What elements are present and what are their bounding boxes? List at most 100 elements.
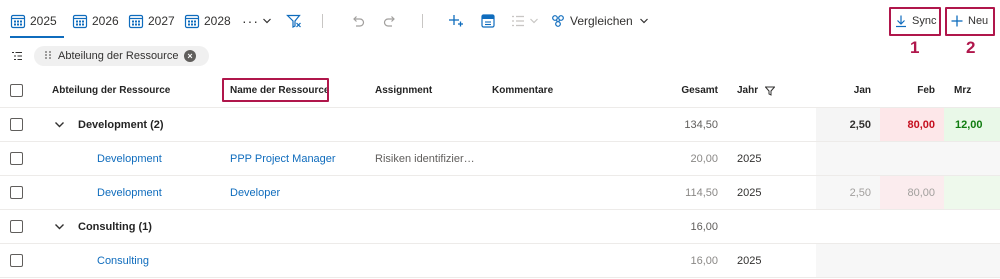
column-header-department[interactable]: Abteilung der Ressource (52, 74, 212, 107)
calendar-icon (10, 13, 26, 29)
total-cell: 16,00 (690, 254, 718, 267)
month-cell-jan[interactable] (816, 142, 880, 175)
group-total: 16,00 (690, 220, 718, 233)
month-cell-feb[interactable] (880, 210, 944, 243)
more-years-button[interactable]: ··· (242, 10, 272, 32)
tab-year-2027[interactable]: 2027 (128, 10, 175, 32)
month-cell-mar[interactable] (944, 210, 1000, 243)
resource-name-link[interactable] (230, 244, 370, 277)
month-cell-feb[interactable] (880, 142, 944, 175)
group-filter-chip[interactable]: Abteilung der Ressource × (34, 46, 209, 66)
more-label: ··· (242, 13, 259, 29)
clear-filter-button[interactable] (286, 10, 302, 32)
chip-label: Abteilung der Ressource (58, 50, 179, 62)
grouping-icon[interactable] (11, 50, 23, 65)
filter-row: Abteilung der Ressource × (0, 46, 1000, 68)
column-header-comments[interactable]: Kommentare (492, 74, 642, 107)
row-checkbox-cell[interactable] (10, 108, 30, 141)
filter-clear-icon (286, 13, 302, 29)
chevron-down-icon[interactable] (54, 210, 70, 243)
group-total: 134,50 (684, 118, 718, 131)
group-label: Development (2) (78, 118, 164, 131)
comments-cell[interactable] (492, 244, 637, 277)
tab-year-2028[interactable]: 2028 (184, 10, 231, 32)
chevron-down-icon (529, 16, 539, 26)
column-header-year[interactable]: Jahr (737, 74, 812, 107)
department-link[interactable]: Development (97, 176, 222, 209)
undo-button[interactable] (350, 10, 366, 32)
assignment-cell[interactable] (375, 176, 485, 209)
assignment-cell[interactable]: Risiken identifizier… (375, 142, 485, 175)
column-header-assignment[interactable]: Assignment (375, 74, 485, 107)
chevron-down-icon (262, 16, 272, 26)
month-cell-jan[interactable] (816, 244, 880, 277)
month-cell-mar[interactable] (944, 244, 1000, 277)
tab-year-label: 2025 (30, 14, 57, 28)
new-highlight-box (945, 7, 995, 36)
month-cell-mar[interactable]: 12,00 (944, 108, 1000, 141)
grid-header-row: Abteilung der Ressource Name der Ressour… (0, 74, 1000, 108)
sync-highlight-box (889, 7, 941, 36)
column-header-mar[interactable]: Mrz (954, 74, 1000, 107)
chevron-down-icon[interactable] (54, 108, 70, 141)
comments-cell[interactable] (492, 176, 637, 209)
month-cell-jan[interactable]: 2,50 (816, 176, 880, 209)
calendar-icon (128, 13, 144, 29)
group-by-button[interactable] (510, 10, 539, 32)
month-cell-feb[interactable] (880, 244, 944, 277)
assignment-cell[interactable] (375, 244, 485, 277)
month-cell-mar[interactable] (944, 176, 1000, 209)
group-row-development[interactable]: Development (2) 134,50 2,50 80,00 12,00 (0, 108, 1000, 142)
select-all-checkbox[interactable] (10, 84, 23, 97)
month-cell-mar[interactable] (944, 142, 1000, 175)
year-cell[interactable]: 2025 (737, 244, 812, 277)
group-label: Consulting (1) (78, 220, 152, 233)
column-header-total[interactable]: Gesamt (640, 74, 718, 107)
year-cell[interactable]: 2025 (737, 142, 812, 175)
redo-button[interactable] (382, 10, 398, 32)
calendar-icon (184, 13, 200, 29)
row-checkbox[interactable] (10, 220, 23, 233)
table-row[interactable]: Development Developer 114,50 2025 2,50 8… (0, 176, 1000, 210)
tab-year-label: 2027 (148, 14, 175, 28)
table-row[interactable]: Consulting 16,00 2025 (0, 244, 1000, 278)
filter-icon[interactable] (765, 86, 776, 96)
department-link[interactable]: Development (97, 142, 222, 175)
month-cell-jan[interactable]: 2,50 (816, 108, 880, 141)
toolbar: 2025 2026 2027 2028 ··· Vergleichen Sync… (0, 0, 1000, 57)
undo-icon (350, 13, 366, 29)
row-checkbox[interactable] (10, 186, 23, 199)
row-checkbox[interactable] (10, 254, 23, 267)
comments-cell[interactable] (492, 142, 637, 175)
row-checkbox-cell[interactable] (10, 244, 30, 277)
compare-icon (550, 13, 566, 29)
month-cell-jan[interactable] (816, 210, 880, 243)
column-header-year-label: Jahr (737, 85, 759, 96)
row-checkbox[interactable] (10, 152, 23, 165)
tab-year-2025[interactable]: 2025 (10, 10, 57, 32)
tab-year-2026[interactable]: 2026 (72, 10, 119, 32)
column-header-feb[interactable]: Feb (880, 74, 935, 107)
details-panel-button[interactable] (480, 10, 496, 32)
total-cell: 20,00 (690, 152, 718, 165)
table-row[interactable]: Development PPP Project Manager Risiken … (0, 142, 1000, 176)
resource-name-link[interactable]: Developer (230, 176, 370, 209)
row-checkbox-cell[interactable] (10, 176, 30, 209)
add-row-button[interactable] (448, 10, 464, 32)
group-row-consulting[interactable]: Consulting (1) 16,00 (0, 210, 1000, 244)
row-checkbox-cell[interactable] (10, 142, 30, 175)
chip-remove-icon[interactable]: × (184, 50, 196, 62)
row-checkbox-cell[interactable] (10, 210, 30, 243)
department-link[interactable]: Consulting (97, 244, 222, 277)
select-all-checkbox-cell[interactable] (10, 74, 30, 107)
resource-name-link[interactable]: PPP Project Manager (230, 142, 370, 175)
tab-year-label: 2028 (204, 14, 231, 28)
total-cell: 114,50 (685, 186, 718, 199)
compare-button[interactable]: Vergleichen (550, 10, 649, 32)
column-header-jan[interactable]: Jan (816, 74, 871, 107)
month-cell-feb[interactable]: 80,00 (880, 176, 944, 209)
row-checkbox[interactable] (10, 118, 23, 131)
chevron-down-icon (639, 16, 649, 26)
year-cell[interactable]: 2025 (737, 176, 812, 209)
month-cell-feb[interactable]: 80,00 (880, 108, 944, 141)
